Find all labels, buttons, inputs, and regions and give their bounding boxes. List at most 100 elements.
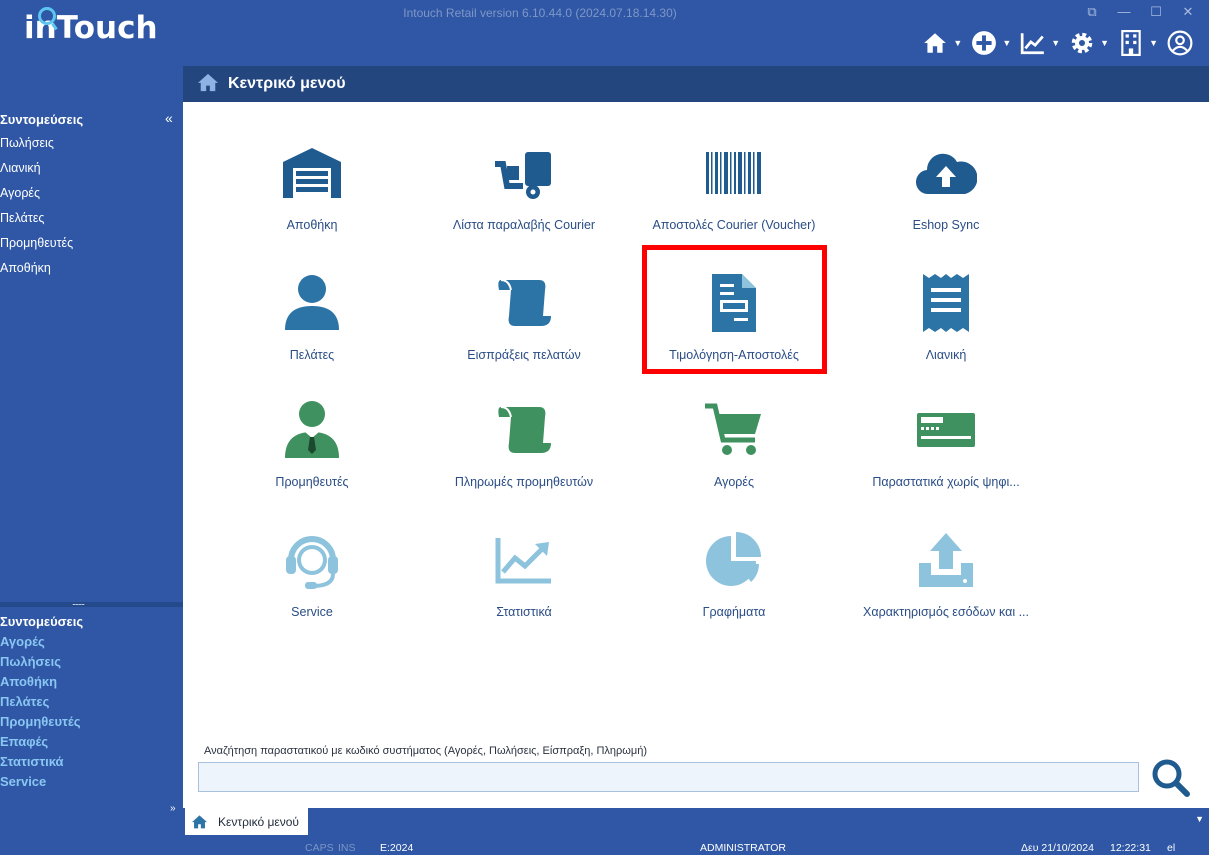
minimize-icon[interactable]: — — [1111, 3, 1137, 21]
sidebar-item-customers[interactable]: Πελάτες — [0, 210, 73, 235]
card-reader-icon — [911, 395, 981, 465]
collapse-sidebar-icon[interactable]: « — [165, 110, 173, 126]
sidebar-item-retail[interactable]: Λιανική — [0, 160, 73, 185]
tile-label: Λίστα παραλαβής Courier — [452, 218, 596, 232]
add-icon — [972, 31, 997, 55]
cloud-upload-icon — [911, 138, 981, 208]
scroll-icon — [489, 395, 559, 465]
chart-menu-button[interactable]: ▼ — [1020, 30, 1060, 56]
shortcut-sales[interactable]: Πωλήσεις — [0, 654, 80, 674]
user-icon — [1167, 30, 1193, 56]
shortcuts-heading: Συντομεύσεις — [0, 614, 84, 629]
tile-label: Παραστατικά χωρίς ψηφι... — [872, 475, 1020, 489]
tile-charts[interactable]: Γραφήματα — [634, 525, 834, 645]
shortcut-customers[interactable]: Πελάτες — [0, 694, 80, 714]
sidebar-item-purchases[interactable]: Αγορές — [0, 185, 73, 210]
chevron-down-icon: ▼ — [1002, 38, 1012, 48]
tile-statistics[interactable]: Στατιστικά — [424, 525, 624, 645]
headset-icon — [277, 525, 347, 595]
restore-down-icon[interactable]: ⧉ — [1079, 3, 1105, 21]
window-controls: ⧉ — ☐ ✕ — [1079, 3, 1201, 21]
add-menu-button[interactable]: ▼ — [971, 30, 1011, 56]
search-label: Αναζήτηση παραστατικού με κωδικό συστήμα… — [204, 745, 648, 757]
home-menu-button[interactable]: ▼ — [922, 30, 962, 56]
tile-customer-receipts[interactable]: Εισπράξεις πελατών — [424, 268, 624, 388]
tile-label: Γραφήματα — [702, 605, 766, 619]
tile-label: Αποστολές Courier (Voucher) — [652, 218, 816, 232]
receipt-icon — [911, 268, 981, 338]
toolbar: ▼ ▼ ▼ ▼ ▼ — [913, 30, 1193, 56]
scroll-icon — [489, 268, 559, 338]
settings-menu-button[interactable]: ▼ — [1069, 30, 1109, 56]
splitter-grip: ........ — [72, 597, 85, 607]
tile-suppliers[interactable]: Προμηθευτές — [212, 395, 412, 515]
upload-tray-icon — [911, 525, 981, 595]
tile-warehouse[interactable]: Αποθήκη — [212, 138, 412, 258]
maximize-icon[interactable]: ☐ — [1143, 3, 1169, 21]
status-time: 12:22:31 — [1110, 842, 1151, 854]
tab-label: Κεντρικό μενού — [218, 814, 299, 829]
home-icon — [198, 73, 218, 92]
chevron-down-icon: ▼ — [1051, 38, 1061, 48]
tile-courier-vouchers[interactable]: Αποστολές Courier (Voucher) — [634, 138, 834, 258]
page-title: Κεντρικό μενού — [228, 75, 346, 92]
sidebar-item-warehouse[interactable]: Αποθήκη — [0, 260, 73, 285]
page-header: Κεντρικό μενού — [183, 66, 1209, 102]
tile-purchases[interactable]: Αγορές — [634, 395, 834, 515]
shortcut-statistics[interactable]: Στατιστικά — [0, 754, 80, 774]
tile-courier-pickup-list[interactable]: Λίστα παραλαβής Courier — [424, 138, 624, 258]
tile-label: Αγορές — [713, 475, 755, 489]
search-button[interactable] — [1148, 756, 1192, 798]
window-title: Intouch Retail version 6.10.44.0 (2024.0… — [403, 6, 677, 20]
tile-label: Αποθήκη — [286, 218, 338, 232]
home-icon — [192, 815, 207, 829]
tile-documents-without-digital[interactable]: Παραστατικά χωρίς ψηφι... — [846, 395, 1046, 515]
tile-label: Eshop Sync — [912, 218, 980, 232]
sidebar-splitter[interactable]: ........ — [0, 597, 183, 607]
sidebar-heading: Συντομεύσεις — [0, 112, 84, 127]
pie-chart-icon — [699, 525, 769, 595]
shortcut-suppliers[interactable]: Προμηθευτές — [0, 714, 80, 734]
tile-retail[interactable]: Λιανική — [846, 268, 1046, 388]
building-icon — [1121, 30, 1141, 56]
warehouse-icon — [277, 138, 347, 208]
shortcut-purchases[interactable]: Αγορές — [0, 634, 80, 654]
tile-label: Service — [291, 605, 333, 619]
search-icon — [1152, 759, 1190, 797]
chevron-down-icon: ▼ — [1100, 38, 1110, 48]
chart-icon — [1021, 33, 1045, 55]
shortcut-service[interactable]: Service — [0, 774, 80, 794]
company-menu-button[interactable]: ▼ — [1118, 30, 1158, 56]
document-search-input[interactable] — [198, 762, 1139, 792]
status-bar: CAPS INS E:2024 ADMINISTRATOR Δευ 21/10/… — [0, 836, 1209, 855]
chevron-down-icon: ▼ — [1149, 38, 1158, 48]
tile-supplier-payments[interactable]: Πληρωμές προμηθευτών — [424, 395, 624, 515]
barcode-icon — [699, 138, 769, 208]
tile-customers[interactable]: Πελάτες — [212, 268, 412, 388]
user-icon — [277, 268, 347, 338]
line-chart-icon — [489, 525, 559, 595]
current-user: ADMINISTRATOR — [700, 842, 786, 854]
tile-label: Χαρακτηρισμός εσόδων και ... — [863, 605, 1029, 619]
sidebar-item-suppliers[interactable]: Προμηθευτές — [0, 235, 73, 260]
selection-highlight — [642, 245, 827, 374]
tile-label: Πελάτες — [289, 348, 335, 362]
sidebar-item-sales[interactable]: Πωλήσεις — [0, 135, 73, 160]
tile-label: Λιανική — [925, 348, 967, 362]
shortcut-warehouse[interactable]: Αποθήκη — [0, 674, 80, 694]
tab-main-menu[interactable]: Κεντρικό μενού — [185, 808, 308, 835]
tile-income-characterization[interactable]: Χαρακτηρισμός εσόδων και ... — [846, 525, 1046, 645]
expand-icon[interactable]: » — [170, 804, 176, 814]
tile-eshop-sync[interactable]: Eshop Sync — [846, 138, 1046, 258]
cart-icon — [699, 395, 769, 465]
language-indicator: el — [1167, 842, 1176, 854]
tabs-dropdown-icon[interactable]: ▼ — [1195, 814, 1204, 824]
user-menu-button[interactable] — [1167, 30, 1193, 56]
close-icon[interactable]: ✕ — [1175, 3, 1201, 21]
shortcut-contacts[interactable]: Επαφές — [0, 734, 80, 754]
gear-icon — [1071, 32, 1093, 54]
tile-service[interactable]: Service — [212, 525, 412, 645]
shortcuts-list: Αγορές Πωλήσεις Αποθήκη Πελάτες Προμηθευ… — [0, 634, 80, 794]
status-date: Δευ 21/10/2024 — [1021, 842, 1094, 854]
tile-label: Εισπράξεις πελατών — [467, 348, 581, 362]
